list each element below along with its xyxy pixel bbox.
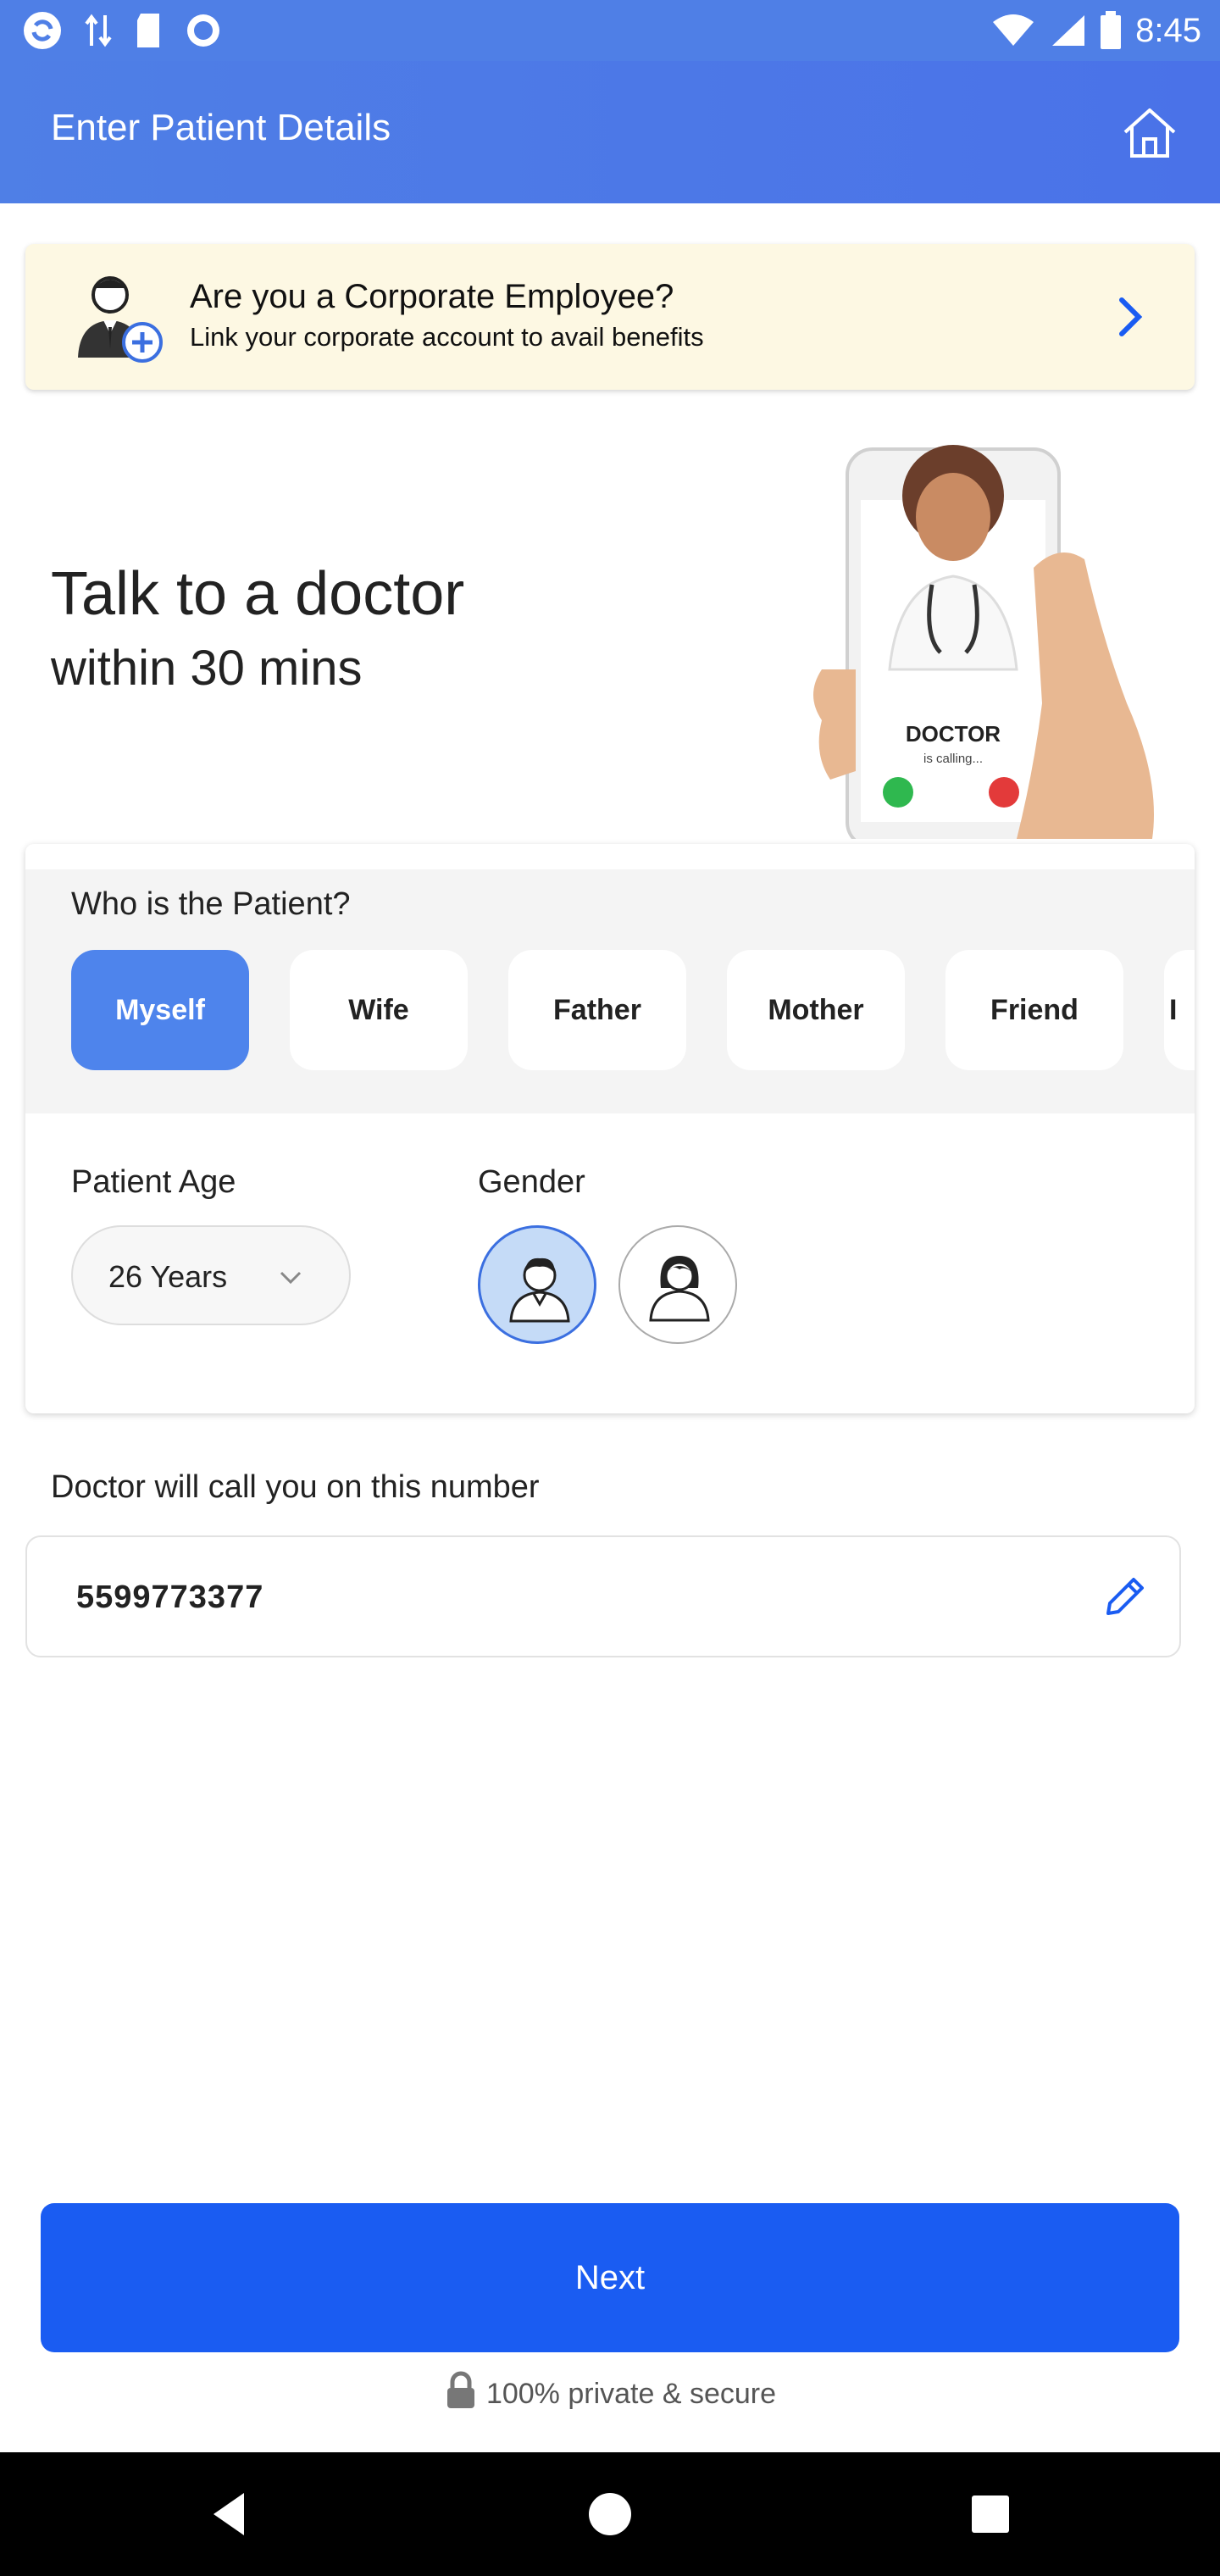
who-is-patient-label: Who is the Patient? (71, 886, 351, 922)
wifi-icon (993, 14, 1034, 46)
who-is-patient-section: Who is the Patient? Myself Wife Father M… (25, 869, 1195, 1113)
system-nav-bar (0, 2452, 1220, 2576)
chip-mother[interactable]: Mother (727, 950, 905, 1070)
lock-icon (446, 2371, 474, 2408)
record-icon (187, 14, 219, 47)
signal-icon (1052, 15, 1085, 46)
chip-father[interactable]: Father (508, 950, 686, 1070)
gender-male-button[interactable] (478, 1225, 596, 1344)
pencil-edit-icon[interactable] (1100, 1571, 1151, 1622)
sd-card-icon (137, 14, 159, 47)
battery-icon (1101, 11, 1122, 49)
chip-wife[interactable]: Wife (290, 950, 468, 1070)
chip-more[interactable]: I (1164, 950, 1195, 1070)
phone-label: Doctor will call you on this number (51, 1469, 540, 1505)
status-bar: 8:45 (0, 0, 1220, 61)
patient-age-value: 26 Years (108, 1259, 228, 1294)
female-avatar-icon (649, 1256, 710, 1322)
male-avatar-icon (509, 1257, 570, 1323)
phone-number: 5599773377 (76, 1579, 264, 1615)
back-icon[interactable] (203, 2488, 256, 2540)
home-circle-icon[interactable] (584, 2488, 636, 2540)
hero-headline: Talk to a doctor (51, 560, 465, 628)
secure-note: 100% private & secure (0, 2371, 1220, 2411)
illustration-subcaption: is calling... (923, 752, 983, 766)
data-arrows-icon (85, 14, 112, 47)
secure-text: 100% private & secure (485, 2378, 777, 2410)
phone-field[interactable]: 5599773377 (25, 1535, 1181, 1657)
hero-subheadline: within 30 mins (51, 641, 363, 696)
chevron-right-icon[interactable] (1113, 295, 1147, 339)
patient-age-select[interactable]: 26 Years (71, 1225, 351, 1325)
next-button[interactable]: Next (41, 2203, 1179, 2352)
status-left-icons (22, 8, 222, 53)
app-bar: Enter Patient Details (0, 61, 1220, 203)
page-title: Enter Patient Details (51, 107, 391, 148)
sync-icon (24, 12, 61, 49)
illustration-caption: DOCTOR (906, 721, 1001, 747)
patient-options: Myself Wife Father Mother Friend I (71, 950, 1195, 1070)
recents-icon[interactable] (964, 2488, 1017, 2540)
gender-female-button[interactable] (618, 1225, 737, 1344)
chevron-down-icon (280, 1271, 302, 1285)
corporate-banner[interactable]: Are you a Corporate Employee? Link your … (25, 244, 1195, 390)
home-icon[interactable] (1120, 103, 1179, 163)
corporate-subtitle: Link your corporate account to avail ben… (190, 322, 704, 352)
corporate-title: Are you a Corporate Employee? (190, 278, 674, 315)
status-right-icons: 8:45 (991, 8, 1201, 53)
chip-friend[interactable]: Friend (946, 950, 1123, 1070)
hero-section: Talk to a doctor within 30 mins DOCTOR i… (0, 415, 1220, 839)
patient-card: Who is the Patient? Myself Wife Father M… (25, 844, 1195, 1413)
status-time: 8:45 (1135, 11, 1201, 49)
chip-myself[interactable]: Myself (71, 950, 249, 1070)
doctor-call-illustration: DOCTOR is calling... (813, 445, 1154, 839)
gender-label: Gender (478, 1164, 585, 1200)
corporate-user-add-icon (78, 276, 163, 363)
patient-age-label: Patient Age (71, 1164, 236, 1200)
